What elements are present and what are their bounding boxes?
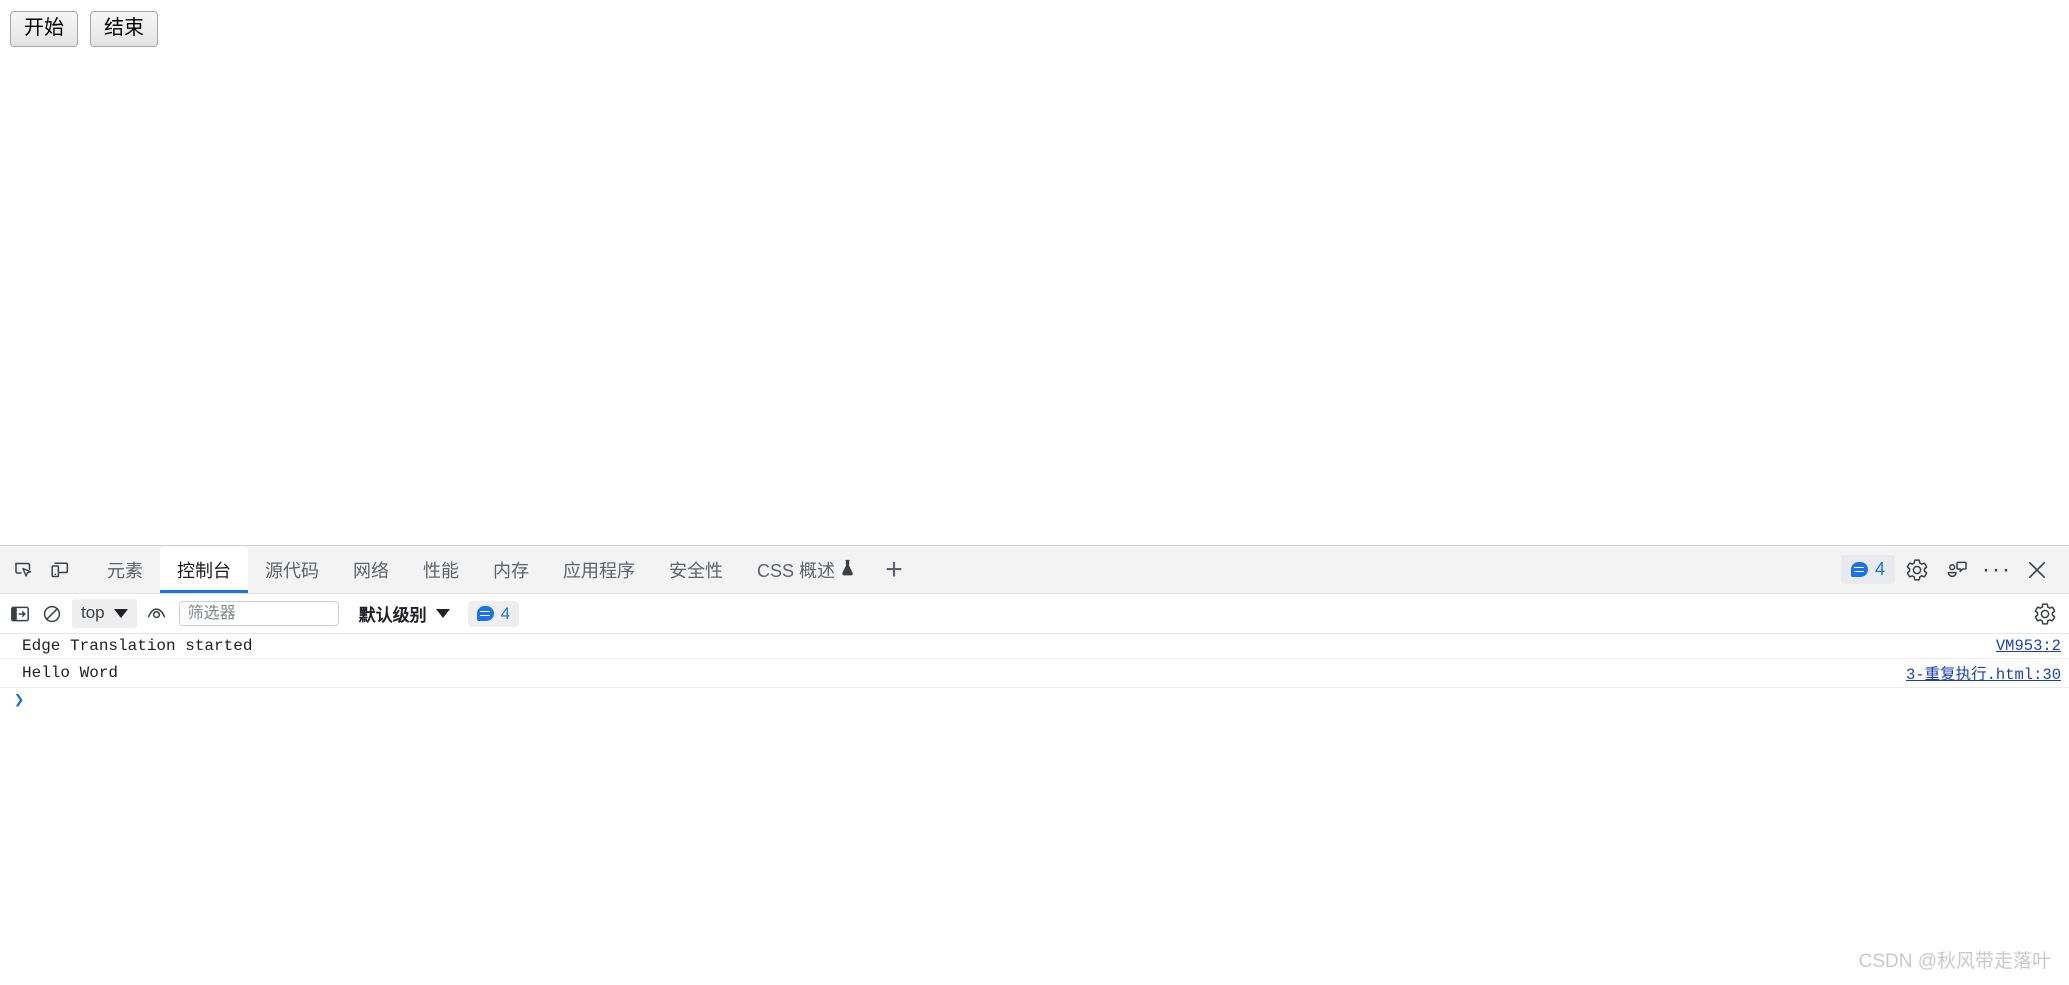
tab-css-overview[interactable]: CSS 概述 (740, 546, 871, 593)
tab-console[interactable]: 控制台 (160, 546, 248, 593)
filter-input[interactable] (178, 601, 339, 626)
console-sidebar-icon[interactable] (4, 599, 36, 629)
devtools-panel: 元素 控制台 源代码 网络 性能 内存 应用程序 安全性 CSS 概述 + 4 … (0, 545, 2069, 985)
page-button-group: 开始 结束 (10, 11, 158, 47)
console-settings-gear-icon[interactable] (2029, 599, 2061, 629)
device-toolbar-icon[interactable] (42, 552, 78, 588)
speech-bubble-icon (1850, 562, 1868, 577)
devtools-tabstrip-actions: 4 ··· (1840, 552, 2063, 588)
end-button[interactable]: 结束 (90, 11, 158, 47)
console-prompt-input[interactable] (30, 691, 2061, 711)
tab-label: 元素 (107, 560, 143, 581)
speech-bubble-icon (476, 606, 494, 621)
more-options-icon[interactable]: ··· (1979, 552, 2015, 588)
devtools-tab-list: 元素 控制台 源代码 网络 性能 内存 应用程序 安全性 CSS 概述 + (90, 546, 917, 593)
watermark: CSDN @秋风带走落叶 (1858, 951, 2051, 972)
message-count-badge[interactable]: 4 (1840, 555, 1895, 584)
tab-application[interactable]: 应用程序 (546, 546, 652, 593)
tab-label: 安全性 (669, 560, 723, 581)
tab-label: CSS 概述 (757, 560, 836, 581)
console-message-count: 4 (500, 603, 511, 623)
console-message-source-link[interactable]: VM953:2 (1976, 637, 2061, 655)
tab-network[interactable]: 网络 (336, 546, 406, 593)
tab-label: 网络 (353, 560, 389, 581)
start-button[interactable]: 开始 (10, 11, 78, 47)
tab-performance[interactable]: 性能 (406, 546, 476, 593)
console-message-source-link[interactable]: 3-重复执行.html:30 (1886, 662, 2061, 684)
console-prompt-row[interactable]: ❯ (0, 688, 2069, 714)
tab-security[interactable]: 安全性 (652, 546, 740, 593)
close-icon[interactable] (2019, 552, 2055, 588)
console-message-text: Hello Word (22, 664, 119, 682)
clear-console-icon[interactable] (36, 599, 68, 629)
inspect-element-icon[interactable] (6, 552, 42, 588)
execution-context-value: top (81, 603, 105, 622)
prompt-chevron-icon: ❯ (14, 691, 25, 711)
live-expression-eye-icon[interactable] (141, 599, 173, 629)
devtools-tabstrip: 元素 控制台 源代码 网络 性能 内存 应用程序 安全性 CSS 概述 + 4 … (0, 546, 2069, 594)
tab-label: 应用程序 (563, 560, 635, 581)
tab-memory[interactable]: 内存 (476, 546, 546, 593)
more-options-label: ··· (1982, 555, 2012, 583)
add-tab-button[interactable]: + (871, 546, 917, 593)
log-level-label: 默认级别 (358, 606, 427, 625)
tab-label: 性能 (423, 560, 459, 581)
table-row[interactable]: Edge Translation started VM953:2 (0, 634, 2069, 659)
console-log-list[interactable]: Edge Translation started VM953:2 Hello W… (0, 634, 2069, 985)
message-count: 4 (1874, 559, 1885, 579)
console-message-text: Edge Translation started (22, 637, 253, 655)
chevron-down-icon (435, 609, 450, 618)
tab-sources[interactable]: 源代码 (248, 546, 336, 593)
flask-icon (841, 559, 854, 581)
console-message-count-badge[interactable]: 4 (467, 600, 520, 627)
tab-label: 内存 (493, 560, 529, 581)
feedback-icon[interactable] (1939, 552, 1975, 588)
log-level-dropdown[interactable]: 默认级别 (353, 597, 456, 630)
console-toolbar: top 默认级别 4 (0, 594, 2069, 634)
execution-context-dropdown[interactable]: top (72, 599, 137, 628)
tab-label: 源代码 (265, 560, 319, 581)
web-page-viewport: 开始 结束 (0, 0, 2069, 545)
table-row[interactable]: Hello Word 3-重复执行.html:30 (0, 659, 2069, 688)
gear-icon[interactable] (1899, 552, 1935, 588)
tab-label: 控制台 (177, 560, 231, 581)
chevron-down-icon (113, 608, 128, 618)
tab-elements[interactable]: 元素 (90, 546, 160, 593)
